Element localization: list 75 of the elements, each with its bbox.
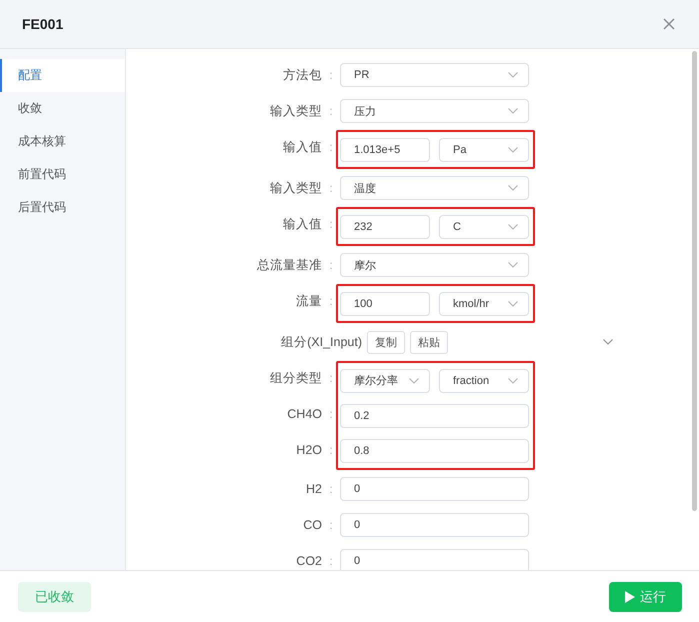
unit-select[interactable]: Pa <box>439 138 529 162</box>
field-label: 输入值 <box>283 138 322 156</box>
chevron-down-icon <box>508 185 518 191</box>
scrollbar[interactable] <box>692 51 697 511</box>
input-field[interactable]: 0 <box>340 549 529 570</box>
field-label: CH4O <box>287 407 322 421</box>
select-field[interactable]: 温度 <box>340 176 529 200</box>
label-colon: : <box>328 482 334 496</box>
label-colon: : <box>328 443 334 457</box>
input-field[interactable]: 0.2 <box>340 404 529 428</box>
chevron-down-icon <box>508 378 518 384</box>
field-label: 方法包 <box>283 66 322 84</box>
label-colon: : <box>328 518 334 532</box>
chevron-down-icon[interactable] <box>603 339 613 345</box>
field-label: 输入类型 <box>270 102 322 120</box>
label-colon: : <box>328 217 334 231</box>
chevron-down-icon <box>409 378 419 384</box>
select-field[interactable]: PR <box>340 63 529 87</box>
select-field[interactable]: 摩尔分率 <box>340 368 430 392</box>
chevron-down-icon <box>508 262 518 268</box>
label-colon: : <box>328 294 334 308</box>
sidebar-item[interactable]: 收敛 <box>0 92 125 125</box>
select-value: 压力 <box>354 104 376 118</box>
select-field[interactable]: 压力 <box>340 99 529 123</box>
select-field[interactable]: 摩尔 <box>340 253 529 277</box>
play-icon <box>625 590 635 602</box>
unit-select[interactable]: kmol/hr <box>439 292 529 316</box>
select-value: PR <box>354 69 370 81</box>
input-field[interactable]: 100 <box>340 292 430 316</box>
close-icon[interactable] <box>663 18 675 30</box>
field-label: H2O <box>296 443 322 457</box>
small-button[interactable]: 复制 <box>367 330 405 354</box>
unit-select[interactable]: C <box>439 214 529 238</box>
field-label: 输入值 <box>283 216 322 232</box>
label-colon: : <box>328 68 334 82</box>
select-value: 温度 <box>354 182 376 196</box>
status-badge: 已收敛 <box>18 582 91 612</box>
label-colon: : <box>328 407 334 421</box>
label-colon: : <box>328 181 334 195</box>
label-colon: : <box>328 554 334 568</box>
sidebar-item[interactable]: 后置代码 <box>0 191 125 224</box>
small-button[interactable]: 粘贴 <box>410 330 448 354</box>
select-value: Pa <box>453 144 466 156</box>
sidebar-item[interactable]: 前置代码 <box>0 158 125 191</box>
field-label: 输入类型 <box>270 180 322 196</box>
label-colon: : <box>328 371 334 385</box>
select-value: fraction <box>453 374 490 386</box>
section-label: 组分(XI_Input) <box>281 334 362 350</box>
input-field[interactable]: 0 <box>340 477 529 501</box>
field-label: 组分类型 <box>270 370 322 386</box>
chevron-down-icon <box>508 146 518 152</box>
field-label: 流量 <box>296 292 322 310</box>
field-label: 总流量基准 <box>257 256 322 274</box>
sidebar-item[interactable]: 成本核算 <box>0 125 125 158</box>
chevron-down-icon <box>508 72 518 78</box>
sidebar-item[interactable]: 配置 <box>0 59 125 92</box>
select-value: 摩尔 <box>354 258 376 272</box>
field-label: H2 <box>306 482 322 496</box>
field-label: CO2 <box>296 554 322 568</box>
input-field[interactable]: 1.013e+5 <box>340 138 430 162</box>
input-field[interactable]: 0 <box>340 513 529 537</box>
select-value: kmol/hr <box>453 298 490 310</box>
select-value: C <box>453 220 461 232</box>
chevron-down-icon <box>508 300 518 306</box>
chevron-down-icon <box>508 224 518 230</box>
unit-select[interactable]: fraction <box>439 368 529 392</box>
input-field[interactable]: 232 <box>340 214 430 238</box>
input-field[interactable]: 0.8 <box>340 438 529 462</box>
label-colon: : <box>328 258 334 272</box>
dialog-title: FE001 <box>22 16 64 32</box>
field-label: CO <box>303 518 322 532</box>
label-colon: : <box>328 140 334 154</box>
select-value: 摩尔分率 <box>354 374 398 388</box>
chevron-down-icon <box>508 108 518 114</box>
label-colon: : <box>328 104 334 118</box>
